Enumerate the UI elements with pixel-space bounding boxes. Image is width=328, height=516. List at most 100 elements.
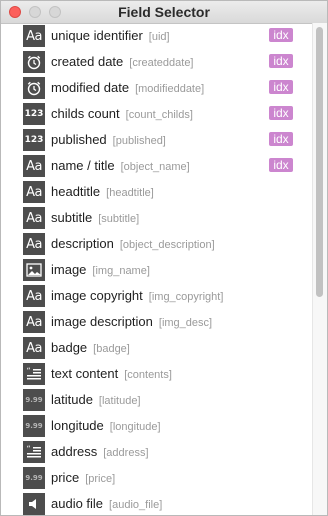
field-key: [img_name] [92,265,150,277]
field-label: headtitle [headtitle] [51,184,154,199]
field-label: description [object_description] [51,236,215,251]
text-type-icon: Aa [23,311,45,333]
clock-icon [23,51,45,73]
field-display-name: price [51,470,80,485]
field-label: image description [img_desc] [51,314,212,329]
field-label: published [published] [51,132,166,147]
decimal-type-icon: 9.99 [23,389,45,411]
field-row-contents[interactable]: “ text content [contents] [1,361,314,387]
field-display-name: audio file [51,496,104,511]
text-type-icon: Aa [23,337,45,359]
field-key: [img_copyright] [148,291,224,303]
field-list: Aa unique identifier [uid] idx created date [… [1,23,314,515]
text-type-icon: Aa [23,233,45,255]
field-row-img_desc[interactable]: Aa image description [img_desc] [1,309,314,335]
index-badge: idx [269,158,293,172]
field-label: unique identifier [uid] [51,28,170,43]
field-display-name: longitude [51,418,104,433]
field-label: subtitle [subtitle] [51,210,139,225]
number-type-icon: 123 [23,129,45,151]
field-key: [count_childs] [125,109,193,121]
decimal-type-icon: 9.99 [23,467,45,489]
number-type-icon: 123 [23,103,45,125]
field-row-object_description[interactable]: Aa description [object_description] [1,231,314,257]
text-type-icon: Aa [23,207,45,229]
field-row-headtitle[interactable]: Aa headtitle [headtitle] [1,179,314,205]
scrollbar-thumb[interactable] [316,27,323,297]
field-display-name: name / title [51,158,115,173]
window-title: Field Selector [118,4,210,20]
image-icon [23,259,45,281]
field-row-img_copyright[interactable]: Aa image copyright [img_copyright] [1,283,314,309]
field-key: [latitude] [98,395,141,407]
field-row-published[interactable]: 123 published [published] idx [1,127,314,153]
text-type-icon: Aa [23,181,45,203]
field-key: [headtitle] [106,187,154,199]
field-display-name: address [51,444,98,459]
field-key: [badge] [93,343,130,355]
field-row-img_name[interactable]: image [img_name] [1,257,314,283]
field-row-createddate[interactable]: created date [createddate] idx [1,49,314,75]
field-display-name: badge [51,340,88,355]
field-selector-window: Field Selector Aa unique identifier [uid] i… [0,0,328,516]
field-display-name: latitude [51,392,93,407]
field-row-object_name[interactable]: Aa name / title [object_name] idx [1,153,314,179]
field-display-name: unique identifier [51,28,143,43]
field-row-longitude[interactable]: 9.99 longitude [longitude] [1,413,314,439]
field-key: [modifieddate] [135,83,205,95]
vertical-scrollbar[interactable] [312,23,327,515]
field-label: childs count [count_childs] [51,106,193,121]
field-key: [address] [103,447,149,459]
field-display-name: modified date [51,80,130,95]
field-label: text content [contents] [51,366,172,381]
field-key: [published] [112,135,166,147]
index-badge: idx [269,28,293,42]
field-row-latitude[interactable]: 9.99 latitude [latitude] [1,387,314,413]
field-label: address [address] [51,444,149,459]
field-label: created date [createddate] [51,54,194,69]
field-key: [createddate] [129,57,194,69]
field-row-uid[interactable]: Aa unique identifier [uid] idx [1,23,314,49]
decimal-type-icon: 9.99 [23,415,45,437]
field-label: audio file [audio_file] [51,496,162,511]
title-bar[interactable]: Field Selector [1,1,327,24]
field-key: [subtitle] [98,213,140,225]
field-label: badge [badge] [51,340,130,355]
field-display-name: headtitle [51,184,101,199]
field-display-name: childs count [51,106,120,121]
field-display-name: text content [51,366,119,381]
text-type-icon: Aa [23,285,45,307]
field-display-name: subtitle [51,210,93,225]
svg-text:“: “ [27,367,31,376]
field-key: [price] [85,473,116,485]
index-badge: idx [269,80,293,94]
field-display-name: published [51,132,107,147]
field-key: [object_name] [120,161,190,173]
text-type-icon: Aa [23,25,45,47]
field-label: modified date [modifieddate] [51,80,204,95]
richtext-icon: “ [23,441,45,463]
field-row-subtitle[interactable]: Aa subtitle [subtitle] [1,205,314,231]
field-label: image copyright [img_copyright] [51,288,223,303]
field-row-modifieddate[interactable]: modified date [modifieddate] idx [1,75,314,101]
index-badge: idx [269,54,293,68]
field-row-count_childs[interactable]: 123 childs count [count_childs] idx [1,101,314,127]
field-display-name: created date [51,54,124,69]
field-key: [audio_file] [109,499,163,511]
field-label: latitude [latitude] [51,392,141,407]
svg-text:“: “ [27,445,31,454]
index-badge: idx [269,132,293,146]
speaker-icon [23,493,45,515]
field-row-badge[interactable]: Aa badge [badge] [1,335,314,361]
field-row-address[interactable]: “ address [address] [1,439,314,465]
richtext-icon: “ [23,363,45,385]
field-display-name: description [51,236,114,251]
field-label: longitude [longitude] [51,418,161,433]
field-label: image [img_name] [51,262,150,277]
field-key: [object_description] [119,239,215,251]
field-key: [img_desc] [158,317,213,329]
field-key: [uid] [148,31,170,43]
field-key: [contents] [124,369,172,381]
field-row-price[interactable]: 9.99 price [price] [1,465,314,491]
field-row-audio_file[interactable]: audio file [audio_file] [1,491,314,515]
